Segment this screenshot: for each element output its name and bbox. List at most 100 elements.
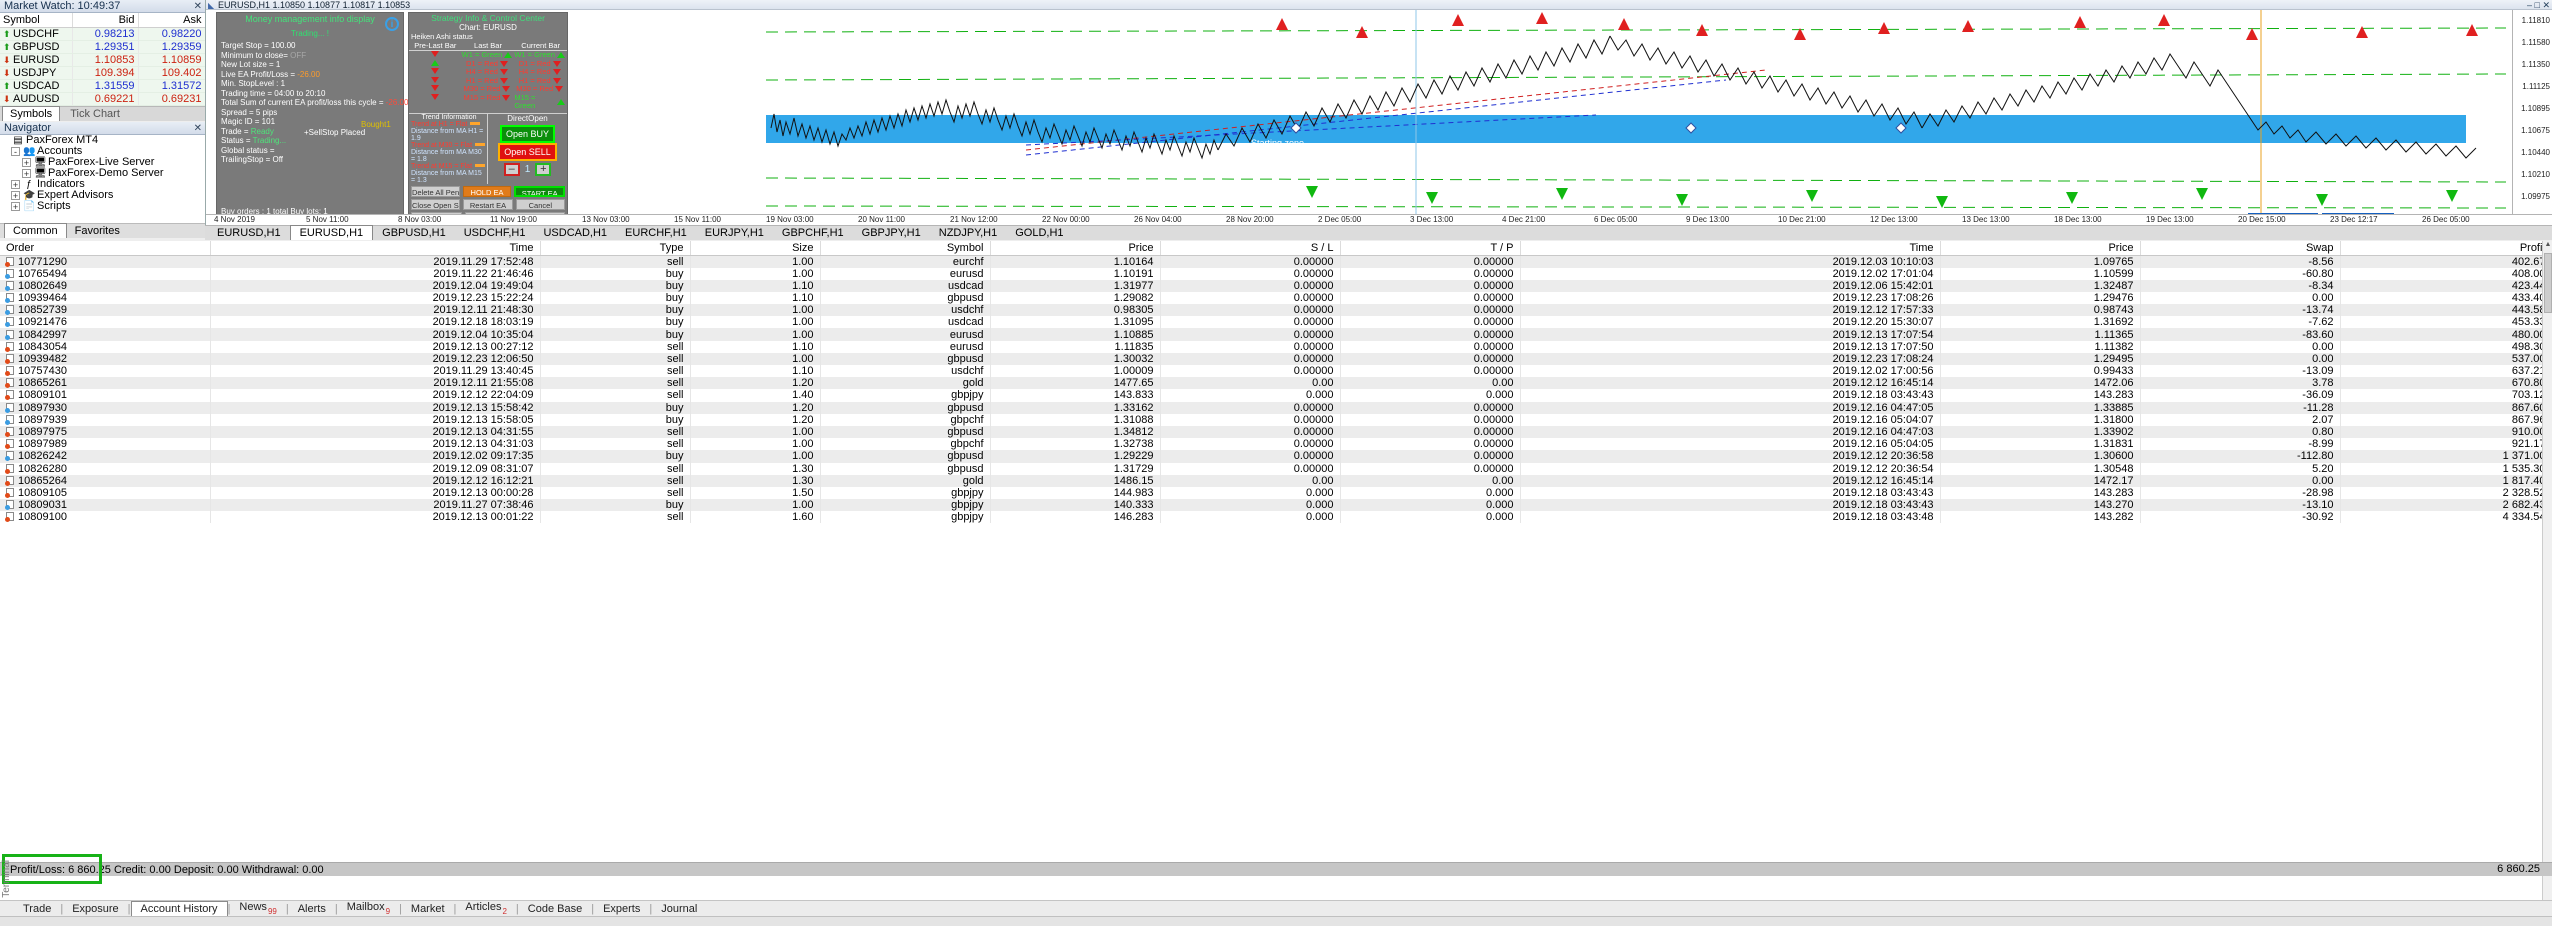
market-watch-row[interactable]: ⬆ USDCHF 0.98213 0.98220 <box>0 27 206 41</box>
market-watch-row[interactable]: ⬇ USDJPY 109.394 109.402 <box>0 66 206 80</box>
table-row[interactable]: 10771290 2019.11.29 17:52:48 sell 1.00 eurch… <box>0 255 2552 268</box>
start-ea-button[interactable]: START EA <box>514 185 566 197</box>
chart-window[interactable]: ◣ EURUSD,H1 1.10850 1.10877 1.10817 1.10… <box>205 0 2552 240</box>
table-row[interactable]: 10939464 2019.12.23 15:22:24 buy 1.10 gbpusd… <box>0 291 2552 305</box>
table-row[interactable]: 10802649 2019.12.04 19:49:04 buy 1.10 usdcad… <box>0 279 2552 292</box>
terminal-tab-exposure[interactable]: Exposure <box>63 902 127 916</box>
table-row[interactable]: 10809031 2019.11.27 07:38:46 buy 1.00 gbpjpy… <box>0 499 2552 512</box>
table-row[interactable]: 10897939 2019.12.13 15:58:05 buy 1.20 gbpchf… <box>0 413 2552 426</box>
navigator-tabs[interactable]: Common Favorites <box>0 222 205 238</box>
terminal-tab-alerts[interactable]: Alerts <box>289 902 335 916</box>
window-buttons[interactable]: – □ ✕ <box>2527 0 2550 10</box>
terminal-tab-articles[interactable]: Articles2 <box>456 900 516 916</box>
terminal-tab-mailbox[interactable]: Mailbox9 <box>338 900 399 916</box>
table-row[interactable]: 10897989 2019.12.13 04:31:03 sell 1.00 gbpch… <box>0 438 2552 451</box>
navigator-item[interactable]: + 📄 Scripts <box>0 200 205 212</box>
delete-all-pendings-button[interactable]: Delete All Pendings <box>411 185 460 197</box>
chart-tab[interactable]: GBPJPY,H1 <box>853 226 930 240</box>
column-header-open-price[interactable]: Price <box>990 241 1161 256</box>
navigator-item[interactable]: + 🎓 Expert Advisors <box>0 189 205 201</box>
expander-icon[interactable]: + <box>11 190 20 200</box>
terminal-tab-account-history[interactable]: Account History <box>130 900 228 917</box>
navigator-item[interactable]: ▤ PaxForex MT4 <box>0 135 205 146</box>
table-row[interactable]: 10809101 2019.12.12 22:04:09 sell 1.40 gbpjp… <box>0 389 2552 402</box>
table-row[interactable]: 10809105 2019.12.13 00:00:28 sell 1.50 gbpjp… <box>0 486 2552 500</box>
close-icon[interactable]: ✕ <box>194 122 202 135</box>
column-header-close-time[interactable]: Time <box>1520 241 1941 256</box>
scrollbar-thumb[interactable] <box>2544 253 2552 313</box>
chart-tab[interactable]: GBPCHF,H1 <box>773 226 853 240</box>
chart-tab[interactable]: EURCHF,H1 <box>616 226 696 240</box>
chart-tab[interactable]: NZDJPY,H1 <box>930 226 1006 240</box>
cancel-button[interactable]: Cancel <box>515 198 565 210</box>
account-history-table[interactable]: Order Time Type Size Symbol Price S / L … <box>0 241 2552 524</box>
expander-icon[interactable]: + <box>22 168 31 178</box>
tab-symbols[interactable]: Symbols <box>2 105 61 121</box>
lot-increase-button[interactable]: + <box>535 162 552 176</box>
market-watch-row[interactable]: ⬇ EURUSD 1.10853 1.10859 <box>0 53 206 67</box>
navigator-item[interactable]: + ƒ Indicators <box>0 178 205 190</box>
navigator-item[interactable]: - 👥 Accounts <box>0 145 205 157</box>
terminal-tab-code-base[interactable]: Code Base <box>519 902 591 916</box>
table-row[interactable]: 10809100 2019.12.13 00:01:22 sell 1.60 gbpjp… <box>0 511 2552 524</box>
column-header-tp[interactable]: T / P <box>1340 241 1521 256</box>
table-row[interactable]: 10826242 2019.12.02 09:17:35 buy 1.00 gbpusd… <box>0 450 2552 463</box>
open-sell-button[interactable]: Open SELL <box>498 142 557 161</box>
table-row[interactable]: 10921476 2019.12.18 18:03:19 buy 1.00 usdcad… <box>0 316 2552 329</box>
terminal-tab-trade[interactable]: Trade <box>14 902 60 916</box>
table-row[interactable]: 10865264 2019.12.12 16:12:21 sell 1.30 gold 1… <box>0 474 2552 487</box>
table-row[interactable]: 10897975 2019.12.13 04:31:55 sell 1.00 gbpus… <box>0 425 2552 439</box>
chart-tab[interactable]: EURJPY,H1 <box>696 226 773 240</box>
hold-ea-button[interactable]: HOLD EA <box>462 185 512 197</box>
terminal-tab-experts[interactable]: Experts <box>594 902 649 916</box>
terminal-scrollbar[interactable]: ▲ <box>2542 241 2552 926</box>
chart-tabs[interactable]: EURUSD,H1 EURUSD,H1 GBPUSD,H1 USDCHF,H1 USDC… <box>205 225 2552 240</box>
chart-canvas[interactable]: Copyright © - All rights reserved for ww… <box>206 10 2552 225</box>
terminal-panel[interactable]: Order Time Type Size Symbol Price S / L … <box>0 241 2552 926</box>
market-watch-row[interactable]: ⬆ GBPUSD 1.29351 1.29359 <box>0 40 206 54</box>
market-watch-row[interactable]: ⬆ USDCAD 1.31559 1.31572 <box>0 79 206 93</box>
table-row[interactable]: 10842997 2019.12.04 10:35:04 buy 1.00 eurusd… <box>0 328 2552 341</box>
column-header-type[interactable]: Type <box>540 241 691 256</box>
column-header-order[interactable]: Order <box>0 241 211 256</box>
column-header-bid[interactable]: Bid <box>72 13 139 28</box>
expander-icon[interactable]: + <box>22 157 31 167</box>
chart-tab[interactable]: EURUSD,H1 <box>289 225 374 240</box>
column-header-ask[interactable]: Ask <box>138 13 206 28</box>
chart-tab[interactable]: EURUSD,H1 <box>208 226 290 240</box>
column-header-sl[interactable]: S / L <box>1160 241 1341 256</box>
expander-icon[interactable]: - <box>11 146 20 156</box>
tab-favorites[interactable]: Favorites <box>67 224 128 238</box>
chart-tab[interactable]: USDCAD,H1 <box>534 226 616 240</box>
terminal-tab-journal[interactable]: Journal <box>652 902 706 916</box>
expander-icon[interactable]: + <box>11 201 20 211</box>
expander-icon[interactable]: + <box>11 179 20 189</box>
column-header-close-price[interactable]: Price <box>1940 241 2141 256</box>
table-row[interactable]: 10865261 2019.12.11 21:55:08 sell 1.20 gold 1… <box>0 377 2552 390</box>
column-header-swap[interactable]: Swap <box>2140 241 2341 256</box>
lot-decrease-button[interactable]: – <box>503 162 520 176</box>
navigator-item[interactable]: + 🖥 PaxForex-Demo Server <box>0 167 205 179</box>
navigator-tree[interactable]: ▤ PaxForex MT4- 👥 Accounts + 🖥 PaxForex-Live S… <box>0 134 205 223</box>
chart-tab[interactable]: GBPUSD,H1 <box>373 226 455 240</box>
terminal-tab-market[interactable]: Market <box>402 902 454 916</box>
column-header-symbol[interactable]: Symbol <box>0 13 73 28</box>
market-watch-table[interactable]: Symbol Bid Ask ⬆ USDCHF 0.98213 0.98220 ⬆ GBP… <box>0 13 206 106</box>
table-row[interactable]: 10852739 2019.12.11 21:48:30 buy 1.00 usdchf… <box>0 304 2552 317</box>
table-row[interactable]: 10939482 2019.12.23 12:06:50 sell 1.00 gbpus… <box>0 352 2552 365</box>
chart-tab[interactable]: USDCHF,H1 <box>455 226 535 240</box>
close-open-sells-button[interactable]: Close Open SELLs <box>411 198 461 210</box>
restart-ea-button[interactable]: Restart EA <box>463 198 513 210</box>
column-header-symbol[interactable]: Symbol <box>820 241 991 256</box>
tab-tick-chart[interactable]: Tick Chart <box>62 106 128 121</box>
table-row[interactable]: 10897930 2019.12.13 15:58:42 buy 1.20 gbpusd… <box>0 401 2552 414</box>
table-row[interactable]: 10843054 2019.12.13 00:27:12 sell 1.10 eurus… <box>0 340 2552 353</box>
strategy-control-center[interactable]: Strategy Info & Control Center Chart: EU… <box>408 12 568 223</box>
open-buy-button[interactable]: Open BUY <box>499 124 556 143</box>
table-row[interactable]: 10757430 2019.11.29 13:40:45 sell 1.10 usdch… <box>0 365 2552 378</box>
table-row[interactable]: 10826280 2019.12.09 08:31:07 sell 1.30 gbpus… <box>0 462 2552 475</box>
terminal-tabs[interactable]: Trade | Exposure | Account History | News99 | Al… <box>0 900 2552 917</box>
close-icon[interactable]: ✕ <box>194 0 202 13</box>
info-icon[interactable]: i <box>385 17 399 31</box>
market-watch-tabs[interactable]: Symbols Tick Chart <box>0 105 205 121</box>
